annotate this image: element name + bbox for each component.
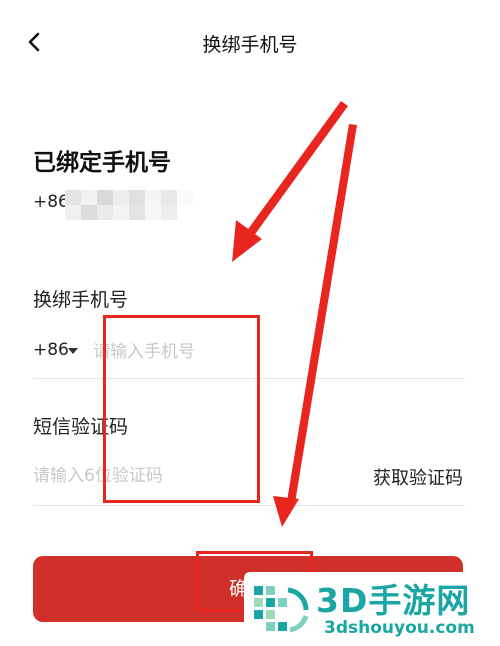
annotation-box-inputs <box>103 315 260 503</box>
new-phone-label: 换绑手机号 <box>33 289 129 311</box>
mosaic-cell <box>97 205 113 220</box>
divider <box>33 505 465 506</box>
mosaic-cell <box>145 190 161 205</box>
bound-phone-heading: 已绑定手机号 <box>33 150 171 176</box>
mosaic-cell <box>65 190 81 205</box>
mosaic-cell <box>177 205 193 220</box>
mosaic-cell <box>81 205 97 220</box>
watermark: 3D手游网 3dshouyou.com <box>244 572 500 646</box>
mosaic-cell <box>113 205 129 220</box>
mosaic-cell <box>129 205 145 220</box>
country-code-select[interactable]: +86 <box>33 340 69 360</box>
get-code-button[interactable]: 获取验证码 <box>373 464 463 490</box>
mosaic-cell <box>145 205 161 220</box>
watermark-url: 3dshouyou.com <box>324 618 475 638</box>
mosaic-cell <box>113 190 129 205</box>
page-title: 换绑手机号 <box>202 34 298 56</box>
header: 换绑手机号 <box>0 0 500 84</box>
watermark-logo-icon <box>254 586 309 633</box>
mosaic-cell <box>161 205 177 220</box>
mosaic-cell <box>177 190 193 205</box>
mosaic-cell <box>81 190 97 205</box>
mosaic-cell <box>129 190 145 205</box>
watermark-brand: 3D手游网 <box>316 581 471 620</box>
arrow-head-upper <box>232 220 262 262</box>
arrow-head-lower <box>273 496 299 527</box>
arrow-shaft-upper <box>246 101 348 237</box>
mosaic-cell <box>97 190 113 205</box>
bound-phone-number: +86 <box>33 190 193 220</box>
bound-phone-prefix: +86 <box>33 192 69 212</box>
mosaic-cell <box>161 190 177 205</box>
mosaic-cell <box>65 205 81 220</box>
pixelated-phone-number <box>65 190 193 220</box>
arrow-shaft-lower <box>287 124 357 503</box>
caret-down-icon[interactable] <box>68 348 78 354</box>
